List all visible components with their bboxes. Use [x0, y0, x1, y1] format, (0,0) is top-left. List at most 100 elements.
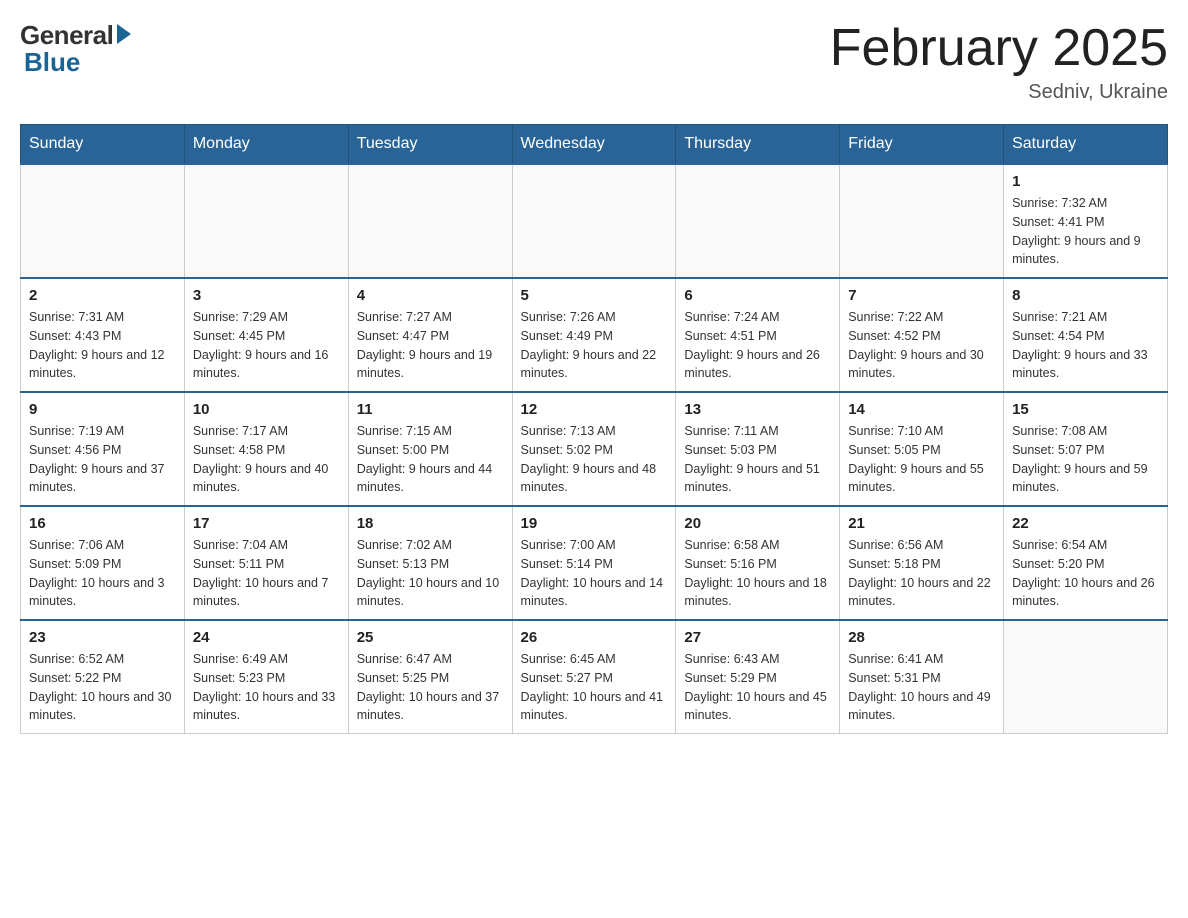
calendar-cell: 25 Sunrise: 6:47 AMSunset: 5:25 PMDayligh…	[348, 620, 512, 734]
calendar-cell	[348, 164, 512, 278]
day-number: 6	[684, 287, 831, 304]
calendar-cell	[21, 164, 185, 278]
day-number: 11	[357, 401, 504, 418]
day-header-saturday: Saturday	[1004, 125, 1168, 165]
calendar-cell: 28 Sunrise: 6:41 AMSunset: 5:31 PMDayligh…	[840, 620, 1004, 734]
calendar-cell	[676, 164, 840, 278]
calendar-cell: 9 Sunrise: 7:19 AMSunset: 4:56 PMDaylight…	[21, 392, 185, 506]
day-number: 7	[848, 287, 995, 304]
day-info: Sunrise: 6:43 AMSunset: 5:29 PMDaylight:…	[684, 650, 831, 725]
calendar-cell: 21 Sunrise: 6:56 AMSunset: 5:18 PMDayligh…	[840, 506, 1004, 620]
calendar-cell: 3 Sunrise: 7:29 AMSunset: 4:45 PMDaylight…	[184, 278, 348, 392]
logo: General Blue	[20, 20, 131, 78]
day-header-sunday: Sunday	[21, 125, 185, 165]
day-info: Sunrise: 6:45 AMSunset: 5:27 PMDaylight:…	[521, 650, 668, 725]
day-header-tuesday: Tuesday	[348, 125, 512, 165]
calendar-cell: 2 Sunrise: 7:31 AMSunset: 4:43 PMDaylight…	[21, 278, 185, 392]
day-number: 15	[1012, 401, 1159, 418]
day-info: Sunrise: 6:58 AMSunset: 5:16 PMDaylight:…	[684, 536, 831, 611]
calendar-cell: 6 Sunrise: 7:24 AMSunset: 4:51 PMDaylight…	[676, 278, 840, 392]
calendar-cell: 16Sunrise: 7:06 AMSunset: 5:09 PMDayligh…	[21, 506, 185, 620]
calendar-week-4: 16Sunrise: 7:06 AMSunset: 5:09 PMDayligh…	[21, 506, 1168, 620]
day-number: 2	[29, 287, 176, 304]
day-info: Sunrise: 6:54 AMSunset: 5:20 PMDaylight:…	[1012, 536, 1159, 611]
day-number: 22	[1012, 515, 1159, 532]
calendar-cell: 20 Sunrise: 6:58 AMSunset: 5:16 PMDayligh…	[676, 506, 840, 620]
day-number: 27	[684, 629, 831, 646]
day-number: 26	[521, 629, 668, 646]
day-number: 23	[29, 629, 176, 646]
calendar-cell	[512, 164, 676, 278]
day-number: 20	[684, 515, 831, 532]
calendar-cell: 8Sunrise: 7:21 AMSunset: 4:54 PMDaylight…	[1004, 278, 1168, 392]
day-info: Sunrise: 6:56 AMSunset: 5:18 PMDaylight:…	[848, 536, 995, 611]
calendar-cell: 7 Sunrise: 7:22 AMSunset: 4:52 PMDaylight…	[840, 278, 1004, 392]
day-info: Sunrise: 7:29 AMSunset: 4:45 PMDaylight:…	[193, 308, 340, 383]
day-number: 25	[357, 629, 504, 646]
day-header-monday: Monday	[184, 125, 348, 165]
logo-triangle-icon	[117, 24, 131, 44]
calendar-table: SundayMondayTuesdayWednesdayThursdayFrid…	[20, 124, 1168, 734]
calendar-cell: 15 Sunrise: 7:08 AMSunset: 5:07 PMDayligh…	[1004, 392, 1168, 506]
month-title: February 2025	[830, 20, 1168, 77]
day-info: Sunrise: 6:49 AMSunset: 5:23 PMDaylight:…	[193, 650, 340, 725]
day-info: Sunrise: 7:22 AMSunset: 4:52 PMDaylight:…	[848, 308, 995, 383]
calendar-cell: 1Sunrise: 7:32 AMSunset: 4:41 PMDaylight…	[1004, 164, 1168, 278]
calendar-week-3: 9 Sunrise: 7:19 AMSunset: 4:56 PMDaylight…	[21, 392, 1168, 506]
day-info: Sunrise: 7:06 AMSunset: 5:09 PMDaylight:…	[29, 536, 176, 611]
calendar-week-1: 1Sunrise: 7:32 AMSunset: 4:41 PMDaylight…	[21, 164, 1168, 278]
day-info: Sunrise: 7:10 AMSunset: 5:05 PMDaylight:…	[848, 422, 995, 497]
calendar-cell: 26 Sunrise: 6:45 AMSunset: 5:27 PMDayligh…	[512, 620, 676, 734]
calendar-cell	[1004, 620, 1168, 734]
day-info: Sunrise: 7:21 AMSunset: 4:54 PMDaylight:…	[1012, 308, 1159, 383]
logo-blue-text: Blue	[24, 47, 80, 78]
calendar-cell: 10 Sunrise: 7:17 AMSunset: 4:58 PMDayligh…	[184, 392, 348, 506]
day-info: Sunrise: 7:08 AMSunset: 5:07 PMDaylight:…	[1012, 422, 1159, 497]
day-number: 19	[521, 515, 668, 532]
day-number: 24	[193, 629, 340, 646]
day-info: Sunrise: 6:47 AMSunset: 5:25 PMDaylight:…	[357, 650, 504, 725]
day-number: 1	[1012, 173, 1159, 190]
day-number: 4	[357, 287, 504, 304]
calendar-cell: 5 Sunrise: 7:26 AMSunset: 4:49 PMDaylight…	[512, 278, 676, 392]
calendar-cell: 24 Sunrise: 6:49 AMSunset: 5:23 PMDayligh…	[184, 620, 348, 734]
day-info: Sunrise: 7:04 AMSunset: 5:11 PMDaylight:…	[193, 536, 340, 611]
calendar-cell: 11 Sunrise: 7:15 AMSunset: 5:00 PMDayligh…	[348, 392, 512, 506]
day-info: Sunrise: 7:26 AMSunset: 4:49 PMDaylight:…	[521, 308, 668, 383]
day-header-wednesday: Wednesday	[512, 125, 676, 165]
calendar-cell: 13Sunrise: 7:11 AMSunset: 5:03 PMDayligh…	[676, 392, 840, 506]
day-info: Sunrise: 7:24 AMSunset: 4:51 PMDaylight:…	[684, 308, 831, 383]
calendar-cell: 22 Sunrise: 6:54 AMSunset: 5:20 PMDayligh…	[1004, 506, 1168, 620]
day-number: 5	[521, 287, 668, 304]
calendar-cell: 4 Sunrise: 7:27 AMSunset: 4:47 PMDaylight…	[348, 278, 512, 392]
day-header-friday: Friday	[840, 125, 1004, 165]
day-info: Sunrise: 7:31 AMSunset: 4:43 PMDaylight:…	[29, 308, 176, 383]
day-info: Sunrise: 7:11 AMSunset: 5:03 PMDaylight:…	[684, 422, 831, 497]
calendar-week-5: 23 Sunrise: 6:52 AMSunset: 5:22 PMDayligh…	[21, 620, 1168, 734]
day-number: 9	[29, 401, 176, 418]
day-info: Sunrise: 6:41 AMSunset: 5:31 PMDaylight:…	[848, 650, 995, 725]
calendar-cell	[184, 164, 348, 278]
day-number: 3	[193, 287, 340, 304]
location-text: Sedniv, Ukraine	[830, 81, 1168, 104]
day-number: 10	[193, 401, 340, 418]
day-info: Sunrise: 6:52 AMSunset: 5:22 PMDaylight:…	[29, 650, 176, 725]
day-number: 28	[848, 629, 995, 646]
day-number: 17	[193, 515, 340, 532]
day-info: Sunrise: 7:17 AMSunset: 4:58 PMDaylight:…	[193, 422, 340, 497]
calendar-cell: 14Sunrise: 7:10 AMSunset: 5:05 PMDayligh…	[840, 392, 1004, 506]
day-info: Sunrise: 7:13 AMSunset: 5:02 PMDaylight:…	[521, 422, 668, 497]
calendar-cell	[840, 164, 1004, 278]
day-info: Sunrise: 7:19 AMSunset: 4:56 PMDaylight:…	[29, 422, 176, 497]
calendar-cell: 27 Sunrise: 6:43 AMSunset: 5:29 PMDayligh…	[676, 620, 840, 734]
day-number: 21	[848, 515, 995, 532]
day-number: 12	[521, 401, 668, 418]
day-info: Sunrise: 7:02 AMSunset: 5:13 PMDaylight:…	[357, 536, 504, 611]
calendar-cell: 23 Sunrise: 6:52 AMSunset: 5:22 PMDayligh…	[21, 620, 185, 734]
page-header: General Blue February 2025 Sedniv, Ukrai…	[20, 20, 1168, 104]
day-info: Sunrise: 7:27 AMSunset: 4:47 PMDaylight:…	[357, 308, 504, 383]
calendar-header-row: SundayMondayTuesdayWednesdayThursdayFrid…	[21, 125, 1168, 165]
day-info: Sunrise: 7:15 AMSunset: 5:00 PMDaylight:…	[357, 422, 504, 497]
day-number: 18	[357, 515, 504, 532]
day-header-thursday: Thursday	[676, 125, 840, 165]
